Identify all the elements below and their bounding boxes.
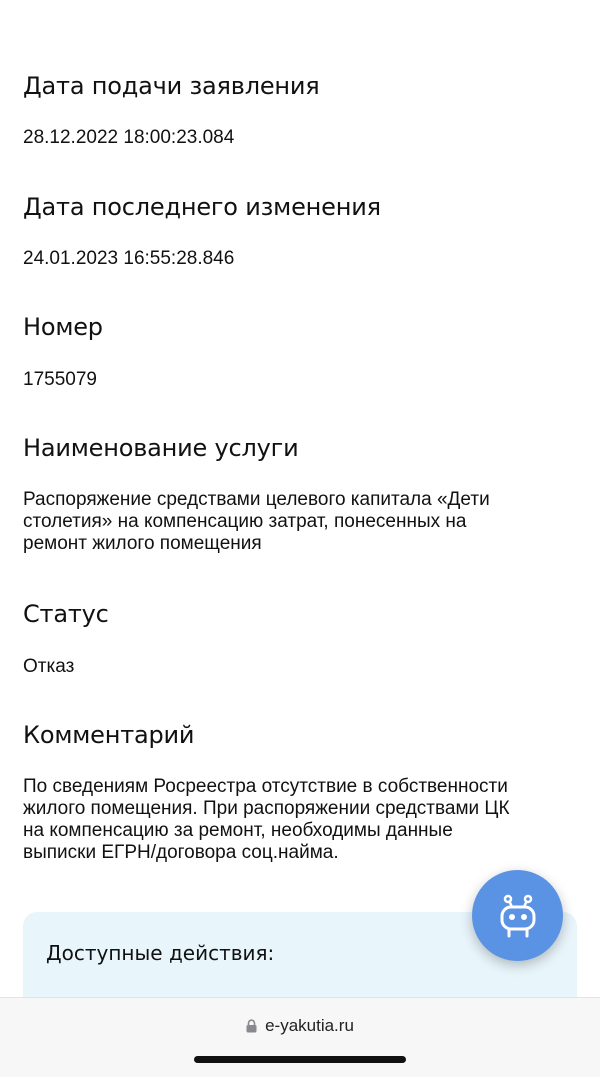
service-name-label: Наименование услуги: [23, 434, 299, 462]
status-label: Статус: [23, 600, 109, 628]
available-actions-title: Доступные действия:: [46, 941, 275, 965]
submission-date-value: 28.12.2022 18:00:23.084: [23, 127, 235, 148]
service-name-line: ремонт жилого помещения: [23, 533, 262, 554]
submission-date-label: Дата подачи заявления: [23, 72, 320, 100]
comment-line: выписки ЕГРН/договора соц.найма.: [23, 842, 339, 863]
lock-icon: [246, 1019, 257, 1033]
service-name-line: Распоряжение средствами целевого капитал…: [23, 489, 490, 510]
comment-line: По сведениям Росреестра отсутствие в соб…: [23, 776, 508, 797]
home-indicator[interactable]: [194, 1056, 406, 1063]
number-label: Номер: [23, 313, 103, 341]
assistant-chat-button[interactable]: [472, 870, 563, 961]
last-modified-value: 24.01.2023 16:55:28.846: [23, 248, 235, 269]
service-name-line: столетия» на компенсацию затрат, понесен…: [23, 511, 467, 532]
status-value: Отказ: [23, 656, 75, 677]
service-name-value: Распоряжение средствами целевого капитал…: [23, 489, 577, 555]
last-modified-label: Дата последнего изменения: [23, 193, 381, 221]
comment-value: По сведениям Росреестра отсутствие в соб…: [23, 776, 577, 864]
url-text: e-yakutia.ru: [265, 1016, 354, 1035]
url-display[interactable]: e-yakutia.ru: [0, 1016, 600, 1036]
robot-icon: [500, 894, 535, 937]
comment-line: на компенсацию за ремонт, необходимы дан…: [23, 820, 453, 841]
comment-label: Комментарий: [23, 721, 195, 749]
browser-address-bar[interactable]: e-yakutia.ru: [0, 997, 600, 1077]
comment-line: жилого помещения. При распоряжении средс…: [23, 798, 510, 819]
number-value: 1755079: [23, 369, 97, 390]
